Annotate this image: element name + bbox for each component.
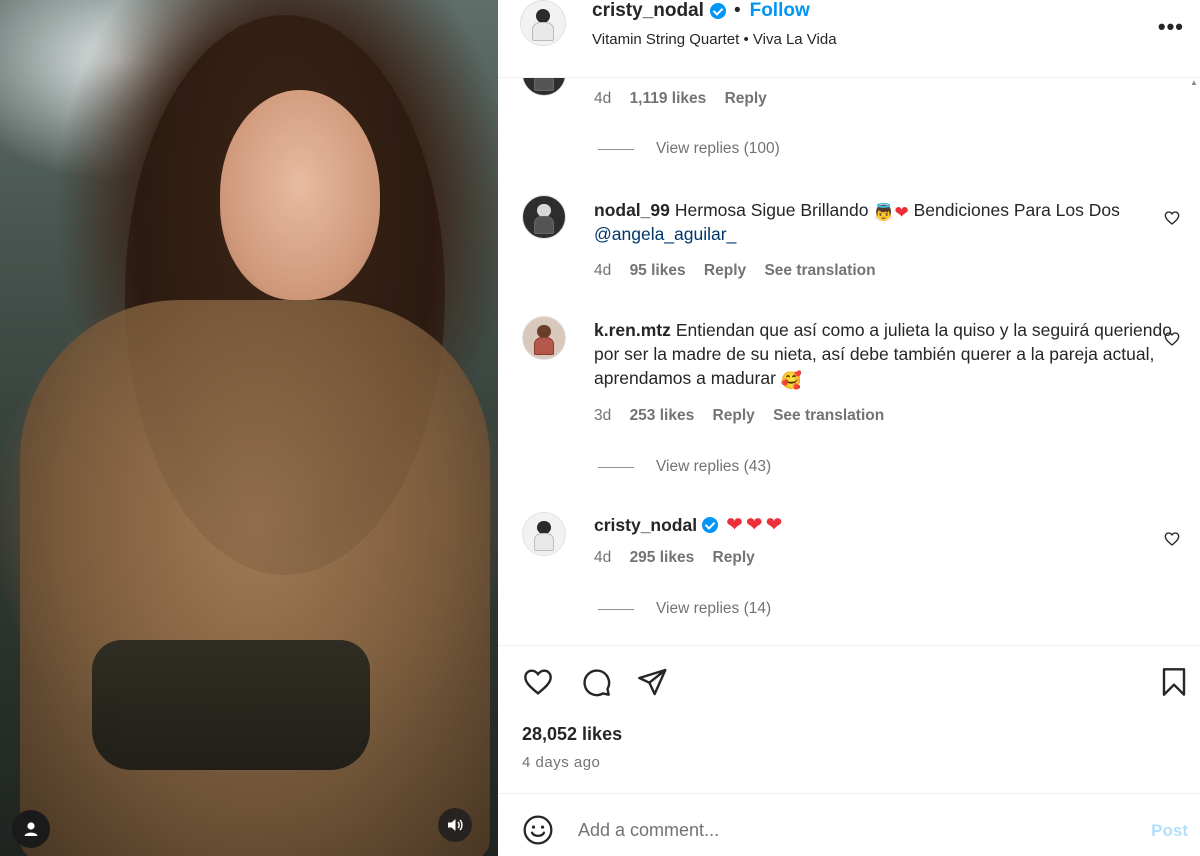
angel-face-emoji-icon: 👼	[873, 203, 895, 222]
view-replies-button[interactable]: View replies (43)	[598, 458, 771, 476]
see-translation-button[interactable]: See translation	[773, 407, 884, 424]
comment-body-continued: Bendiciones Para Los Dos	[913, 200, 1120, 220]
commenter-username[interactable]: nodal_99	[594, 200, 670, 220]
author-username[interactable]: cristy_nodal	[592, 0, 704, 22]
scroll-up-arrow-icon[interactable]: ▲	[1190, 78, 1198, 87]
author-line: cristy_nodal • Follow	[592, 0, 810, 22]
comment-likes[interactable]: 95 likes	[630, 262, 686, 279]
comment-like-heart-icon[interactable]	[1164, 331, 1180, 347]
bookmark-icon[interactable]	[1158, 666, 1190, 698]
commenter-avatar[interactable]	[522, 316, 566, 360]
comment-meta: 4d 1,119 likes Reply	[594, 90, 781, 108]
view-replies-label: View replies (100)	[656, 140, 780, 157]
comment-body: ❤❤❤	[726, 514, 786, 536]
comment-likes[interactable]: 253 likes	[630, 407, 695, 424]
audio-track-link[interactable]: Vitamin String Quartet • Viva La Vida	[592, 31, 837, 48]
comment-mention-link[interactable]: @angela_aguilar_	[594, 224, 736, 244]
comment-meta: 3d 253 likes Reply See translation	[594, 407, 898, 425]
comment-age: 4d	[594, 262, 612, 279]
follow-button[interactable]: Follow	[750, 0, 810, 22]
comment-age: 4d	[594, 549, 612, 566]
comment-input[interactable]	[578, 816, 1118, 844]
comment-text: nodal_99 Hermosa Sigue Brillando 👼❤ Bendi…	[594, 198, 1174, 246]
comment-age: 3d	[594, 407, 612, 424]
verified-badge-icon	[709, 3, 726, 19]
comments-scrollbar[interactable]: ▲	[1188, 78, 1198, 644]
comments-list[interactable]: 4d 1,119 likes Reply View replies (100) …	[498, 78, 1200, 644]
comment-bubble-icon[interactable]	[580, 666, 612, 698]
reply-button[interactable]: Reply	[725, 90, 767, 107]
post-header: cristy_nodal • Follow Vitamin String Qua…	[498, 0, 1200, 78]
photo-belt	[92, 640, 370, 770]
photo-dress	[20, 300, 490, 856]
reply-button[interactable]: Reply	[713, 407, 755, 424]
comment-like-heart-icon[interactable]	[1164, 210, 1180, 226]
comment-item: k.ren.mtz Entiendan que así como a juliet…	[498, 316, 1188, 436]
reply-button[interactable]: Reply	[713, 549, 755, 566]
user-icon	[24, 822, 38, 836]
comment-likes[interactable]: 295 likes	[630, 549, 695, 566]
post-actions: 28,052 likes 4 days ago	[498, 645, 1200, 793]
post-side-panel: cristy_nodal • Follow Vitamin String Qua…	[498, 0, 1200, 856]
comment-body: Hermosa Sigue Brillando	[674, 200, 869, 220]
view-replies-label: View replies (14)	[656, 600, 772, 617]
post-comment-button[interactable]: Post	[1151, 821, 1188, 841]
commenter-avatar[interactable]	[522, 512, 566, 556]
commenter-username[interactable]: k.ren.mtz	[594, 320, 671, 340]
comment-item: 4d 1,119 likes Reply	[498, 78, 1188, 112]
see-translation-button[interactable]: See translation	[764, 262, 875, 279]
red-heart-emoji-icon: ❤	[894, 203, 909, 222]
header-separator: •	[733, 0, 741, 21]
post-timestamp: 4 days ago	[522, 754, 601, 771]
speaker-icon	[448, 819, 463, 831]
smiling-face-with-hearts-emoji-icon: 🥰	[780, 371, 802, 390]
heart-icon[interactable]	[522, 666, 554, 698]
more-options-button[interactable]: •••	[1158, 14, 1184, 40]
post-photo[interactable]	[0, 0, 498, 856]
likes-count[interactable]: 28,052 likes	[522, 724, 622, 745]
audio-toggle-button[interactable]	[438, 808, 472, 842]
comment-meta: 4d 295 likes Reply	[594, 549, 769, 567]
author-avatar[interactable]	[520, 0, 566, 46]
verified-badge-icon	[702, 517, 719, 533]
commenter-username[interactable]: cristy_nodal	[594, 515, 697, 535]
replies-line	[598, 148, 634, 150]
replies-line	[598, 466, 634, 468]
comment-text: cristy_nodal ❤❤❤	[594, 513, 1174, 537]
comment-composer: Post	[498, 793, 1200, 856]
photo-face	[220, 90, 380, 300]
tagged-users-button[interactable]	[12, 810, 50, 848]
comment-likes[interactable]: 1,119 likes	[630, 90, 707, 107]
comment-age: 4d	[594, 90, 612, 107]
comment-like-heart-icon[interactable]	[1164, 531, 1180, 547]
comment-text: k.ren.mtz Entiendan que así como a juliet…	[594, 318, 1174, 390]
commenter-avatar[interactable]	[522, 195, 566, 239]
paper-plane-icon[interactable]	[636, 666, 668, 698]
view-replies-button[interactable]: View replies (100)	[598, 140, 780, 158]
comment-item: nodal_99 Hermosa Sigue Brillando 👼❤ Bendi…	[498, 195, 1188, 285]
reply-button[interactable]: Reply	[704, 262, 746, 279]
replies-line	[598, 608, 634, 610]
smiley-icon[interactable]	[522, 814, 554, 846]
comment-item: cristy_nodal ❤❤❤ 4d 295 likes Reply	[498, 512, 1188, 572]
comment-body: Entiendan que así como a julieta la quis…	[594, 320, 1172, 388]
comment-meta: 4d 95 likes Reply See translation	[594, 262, 890, 280]
commenter-avatar[interactable]	[522, 78, 566, 96]
view-replies-label: View replies (43)	[656, 458, 772, 475]
view-replies-button[interactable]: View replies (14)	[598, 600, 771, 618]
